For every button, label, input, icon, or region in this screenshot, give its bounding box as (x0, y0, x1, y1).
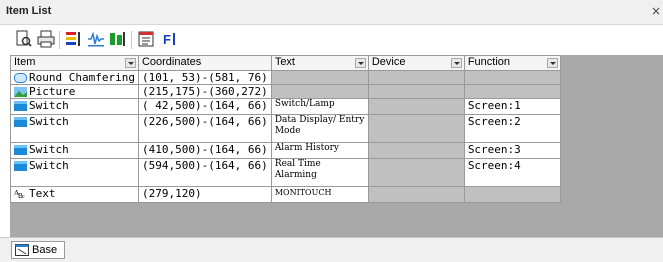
text-cell[interactable] (270, 70, 369, 85)
coordinates-cell[interactable]: (101, 53)-(581, 76) (137, 70, 272, 85)
green-bars-icon[interactable] (108, 29, 128, 49)
device-cell[interactable] (367, 142, 465, 159)
waveform-icon[interactable] (86, 29, 106, 49)
switch-icon (14, 145, 27, 155)
print-preview-icon[interactable] (14, 29, 34, 49)
table-row[interactable]: Switch (410,500)-(164, 66) Alarm History… (10, 142, 561, 159)
text-item-icon: AB c (14, 189, 25, 199)
function-cell[interactable]: Screen:3 (463, 142, 561, 159)
function-cell[interactable]: Screen:1 (463, 98, 561, 115)
device-cell[interactable] (367, 114, 465, 143)
text-cell[interactable] (270, 84, 369, 99)
coordinates-cell[interactable]: ( 42,500)-(164, 66) (137, 98, 272, 115)
column-header-function[interactable]: Function (463, 55, 561, 71)
toolbar-separator (59, 31, 60, 49)
function-cell[interactable] (463, 186, 561, 203)
screen-tabstrip: Base (0, 237, 663, 262)
device-cell[interactable] (367, 70, 465, 85)
coordinates-cell[interactable]: (215,175)-(360,272) (137, 84, 272, 99)
function-cell[interactable]: Screen:4 (463, 158, 561, 187)
chevron-down-icon[interactable] (124, 58, 136, 68)
round-chamfering-icon (14, 73, 27, 83)
svg-text:c: c (22, 194, 25, 199)
item-cell[interactable]: Switch (10, 114, 139, 143)
text-cell[interactable]: MONITOUCH (270, 186, 369, 203)
coordinates-cell[interactable]: (594,500)-(164, 66) (137, 158, 272, 187)
table-row[interactable]: Picture (215,175)-(360,272) (10, 84, 561, 99)
function-cell[interactable]: Screen:2 (463, 114, 561, 143)
toolbar: F (0, 25, 663, 56)
item-cell[interactable]: Round Chamfering (10, 70, 139, 85)
item-cell[interactable]: Picture (10, 84, 139, 99)
tab-base[interactable]: Base (11, 241, 65, 259)
text-cell[interactable]: Real Time Alarming (270, 158, 369, 187)
item-cell[interactable]: A Bc Text (10, 186, 139, 203)
window-title: Item List (6, 5, 52, 17)
text-cell[interactable]: Alarm History (270, 142, 369, 159)
switch-icon (14, 161, 27, 171)
item-table: Item Coordinates Text Device Function Ro… (10, 55, 561, 203)
picture-icon (14, 87, 27, 97)
table-row[interactable]: A Bc Text (279,120) MONITOUCH (10, 186, 561, 203)
item-grid-area: Item Coordinates Text Device Function Ro… (10, 55, 663, 237)
table-row[interactable]: Switch (594,500)-(164, 66) Real Time Ala… (10, 158, 561, 187)
coordinates-cell[interactable]: (410,500)-(164, 66) (137, 142, 272, 159)
coordinates-cell[interactable]: (226,500)-(164, 66) (137, 114, 272, 143)
switch-icon (14, 117, 27, 127)
table-row[interactable]: Switch ( 42,500)-(164, 66) Switch/Lamp S… (10, 98, 561, 115)
column-header-coordinates[interactable]: Coordinates (137, 55, 272, 71)
device-cell[interactable] (367, 98, 465, 115)
item-cell[interactable]: Switch (10, 98, 139, 115)
properties-icon[interactable] (136, 29, 156, 49)
device-cell[interactable] (367, 158, 465, 187)
print-icon[interactable] (36, 29, 56, 49)
window-titlebar: Item List × (0, 0, 663, 25)
chevron-down-icon[interactable] (354, 58, 366, 68)
close-icon[interactable]: × (651, 4, 661, 18)
column-header-item[interactable]: Item (10, 55, 139, 71)
chevron-down-icon[interactable] (546, 58, 558, 68)
item-cell[interactable]: Switch (10, 158, 139, 187)
filter-icon[interactable]: F (160, 29, 180, 49)
filter-icon-letter: F (163, 32, 171, 47)
item-cell[interactable]: Switch (10, 142, 139, 159)
tab-label: Base (32, 244, 58, 256)
table-row[interactable]: Switch (226,500)-(164, 66) Data Display/… (10, 114, 561, 143)
function-cell[interactable] (463, 84, 561, 99)
screen-icon (15, 244, 29, 256)
switch-icon (14, 101, 27, 111)
function-cell[interactable] (463, 70, 561, 85)
device-cell[interactable] (367, 186, 465, 203)
chevron-down-icon[interactable] (450, 58, 462, 68)
text-cell[interactable]: Switch/Lamp (270, 98, 369, 115)
color-bars-icon[interactable] (64, 29, 84, 49)
column-header-device[interactable]: Device (367, 55, 465, 71)
toolbar-separator (131, 31, 132, 49)
column-header-text[interactable]: Text (270, 55, 369, 71)
text-cell[interactable]: Data Display/ Entry Mode (270, 114, 369, 143)
coordinates-cell[interactable]: (279,120) (137, 186, 272, 203)
table-row[interactable]: Round Chamfering (101, 53)-(581, 76) (10, 70, 561, 85)
device-cell[interactable] (367, 84, 465, 99)
